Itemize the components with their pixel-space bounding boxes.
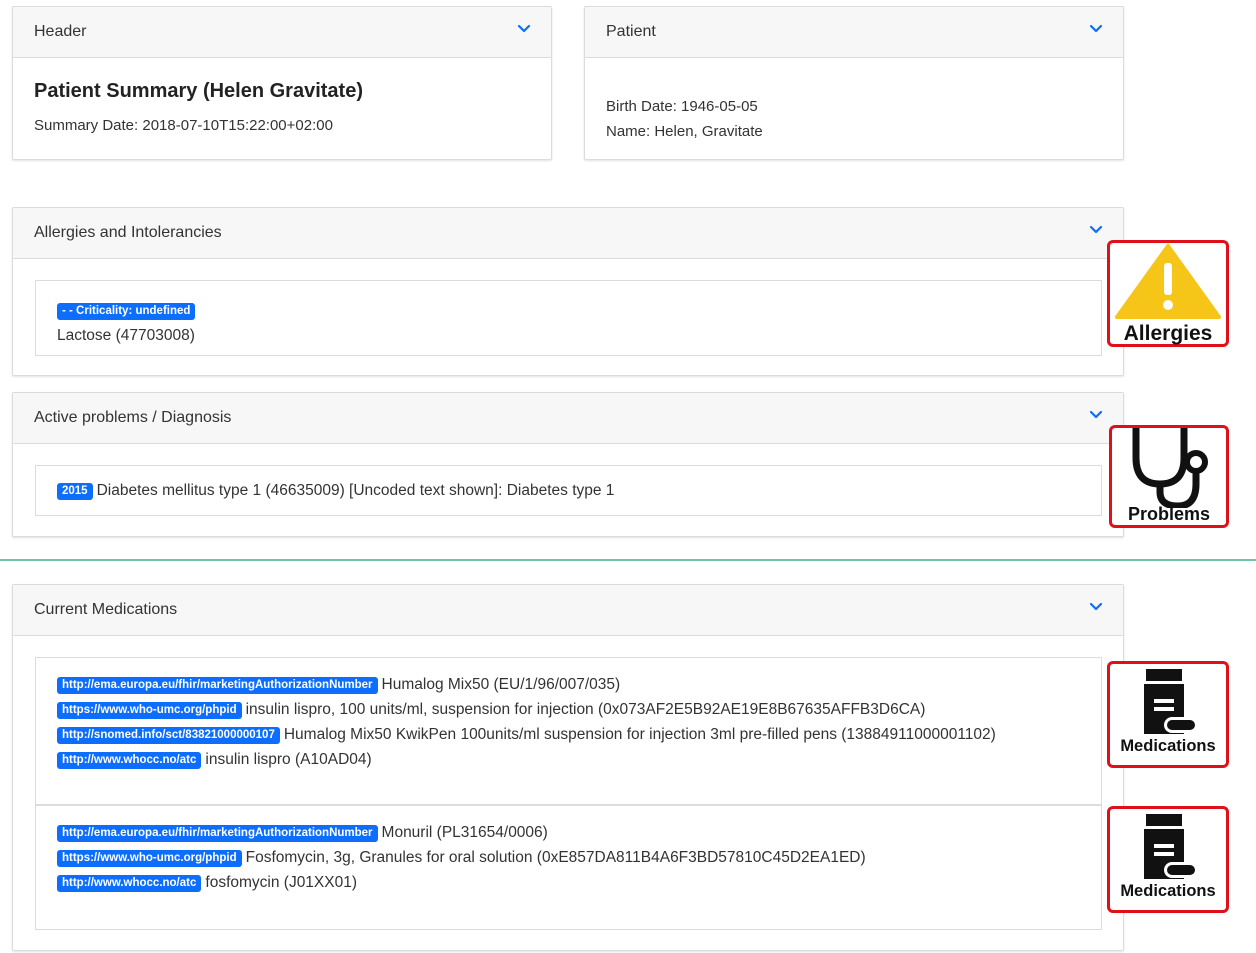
problems-section-icon: Problems <box>1109 425 1229 528</box>
med-system-badge: https://www.who-umc.org/phpid <box>57 850 242 867</box>
header-card-title: Header <box>34 23 87 40</box>
summary-title: Patient Summary (Helen Gravitate) <box>34 80 363 102</box>
medications-card: Current Medications http://ema.europa.eu… <box>12 584 1124 951</box>
chevron-down-icon[interactable] <box>1089 602 1103 612</box>
problems-card-toggle[interactable]: Active problems / Diagnosis <box>13 393 1123 444</box>
patient-card: Patient Birth Date: 1946-05-05 Name: Hel… <box>584 6 1124 160</box>
med-system-badge: http://ema.europa.eu/fhir/marketingAutho… <box>57 825 378 842</box>
medications-section-icon: Medications <box>1107 661 1229 768</box>
problems-card: Active problems / Diagnosis 2015 Diabetes… <box>12 392 1124 537</box>
patient-card-toggle[interactable]: Patient <box>585 7 1123 58</box>
header-card-toggle[interactable]: Header <box>13 7 551 58</box>
med-text: Monuril (PL31654/0006) <box>381 824 548 841</box>
allergy-entry: - - Criticality: undefined Lactose (4770… <box>35 280 1102 356</box>
criticality-badge: - - Criticality: undefined <box>57 303 196 320</box>
medication-entry: http://ema.europa.eu/fhir/marketingAutho… <box>35 657 1102 805</box>
chevron-down-icon[interactable] <box>1089 225 1103 235</box>
problem-year-badge: 2015 <box>57 483 93 500</box>
med-text: Humalog Mix50 KwikPen 100units/ml suspen… <box>283 726 996 743</box>
problems-icon-label: Problems <box>1127 504 1211 524</box>
pill-bottle-icon <box>1144 669 1198 734</box>
med-system-badge: https://www.who-umc.org/phpid <box>57 702 242 719</box>
med-system-badge: http://ema.europa.eu/fhir/marketingAutho… <box>57 677 378 694</box>
medications-section-icon: Medications <box>1107 806 1229 913</box>
med-text: fosfomycin (J01XX01) <box>205 874 358 891</box>
stethoscope-icon <box>1132 428 1208 508</box>
medications-card-toggle[interactable]: Current Medications <box>13 585 1123 636</box>
medications-icon-label: Medications <box>1120 737 1216 755</box>
med-system-badge: http://www.whocc.no/atc <box>57 752 202 769</box>
medications-card-title: Current Medications <box>34 601 178 618</box>
allergy-text: Lactose (47703008) <box>57 327 195 344</box>
allergies-icon-label: Allergies <box>1123 322 1213 345</box>
problems-card-title: Active problems / Diagnosis <box>34 409 232 426</box>
medication-entry: http://ema.europa.eu/fhir/marketingAutho… <box>35 805 1102 930</box>
patient-birth-date: Birth Date: 1946-05-05 <box>606 98 758 115</box>
allergies-card-title: Allergies and Intolerancies <box>34 224 222 241</box>
patient-card-title: Patient <box>606 23 656 40</box>
med-text: Humalog Mix50 (EU/1/96/007/035) <box>381 676 621 693</box>
problem-entry: 2015 Diabetes mellitus type 1 (46635009) … <box>35 465 1102 516</box>
med-system-badge: http://snomed.info/sct/83821000000107 <box>57 727 280 744</box>
summary-date: Summary Date: 2018-07-10T15:22:00+02:00 <box>34 117 333 134</box>
problem-text: Diabetes mellitus type 1 (46635009) [Unc… <box>96 482 615 499</box>
medications-icon-label: Medications <box>1120 882 1216 900</box>
section-separator <box>0 559 1256 561</box>
chevron-down-icon[interactable] <box>1089 24 1103 34</box>
allergies-card-toggle[interactable]: Allergies and Intolerancies <box>13 208 1123 259</box>
med-system-badge: http://www.whocc.no/atc <box>57 875 202 892</box>
warning-icon <box>1115 244 1221 319</box>
med-text: Fosfomycin, 3g, Granules for oral soluti… <box>245 849 866 866</box>
chevron-down-icon[interactable] <box>517 24 531 34</box>
med-text: insulin lispro, 100 units/ml, suspension… <box>245 701 926 718</box>
pill-bottle-icon <box>1144 814 1198 879</box>
allergies-section-icon: Allergies <box>1107 240 1229 347</box>
patient-name: Name: Helen, Gravitate <box>606 123 763 140</box>
med-text: insulin lispro (A10AD04) <box>205 751 372 768</box>
allergies-card: Allergies and Intolerancies - - Critical… <box>12 207 1124 376</box>
header-card: Header Patient Summary (Helen Gravitate)… <box>12 6 552 160</box>
chevron-down-icon[interactable] <box>1089 410 1103 420</box>
